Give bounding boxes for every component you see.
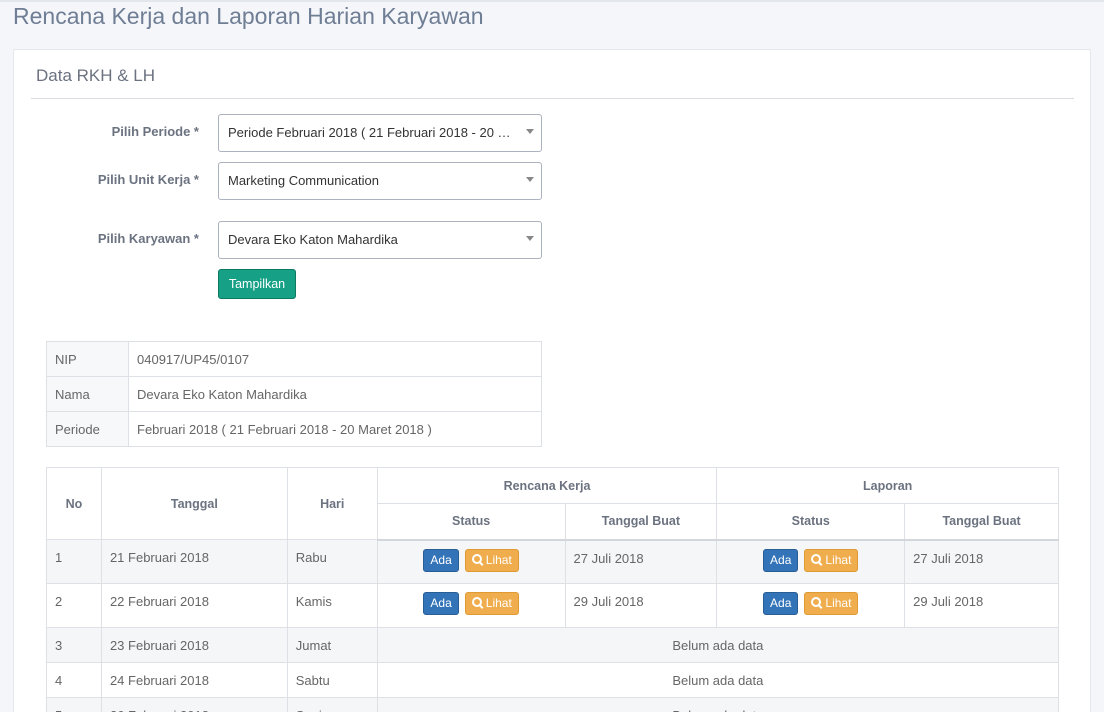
- page-title: Rencana Kerja dan Laporan Harian Karyawa…: [13, 3, 484, 29]
- lihat-label: Lihat: [825, 596, 852, 610]
- chevron-down-icon: [526, 177, 534, 182]
- nip-label: NIP: [46, 341, 129, 377]
- lihat-label: Lihat: [825, 552, 852, 567]
- search-icon: [471, 597, 483, 608]
- header-lap-status: Status: [716, 503, 906, 541]
- header-tanggal: Tanggal: [100, 467, 288, 540]
- cell-empty: Belum ada data: [376, 662, 1060, 698]
- ada-button[interactable]: Ada: [423, 592, 459, 615]
- lihat-button[interactable]: Lihat: [804, 592, 859, 615]
- ada-button[interactable]: Ada: [763, 592, 799, 615]
- table-row: 3 23 Februari 2018 Jumat Belum ada data: [46, 627, 1060, 663]
- info-row-nama: Nama Devara Eko Katon Mahardika: [46, 376, 542, 412]
- unit-kerja-select[interactable]: Marketing Communication: [218, 162, 542, 200]
- header-rk-tanggal-buat: Tanggal Buat: [564, 503, 718, 541]
- karyawan-select-value: Devara Eko Katon Mahardika: [228, 232, 398, 247]
- cell-lap-status: Ada Lihat: [716, 583, 906, 628]
- header-rencana-kerja: Rencana Kerja: [376, 467, 718, 504]
- cell-hari: Senin: [286, 697, 378, 712]
- periode-select[interactable]: Periode Februari 2018 ( 21 Februari 2018…: [218, 114, 542, 152]
- cell-rk-status: Ada Lihat: [376, 539, 566, 584]
- cell-hari: Sabtu: [286, 662, 378, 698]
- periode-label: Pilih Periode *: [111, 124, 199, 139]
- panel-title: Data RKH & LH: [36, 66, 156, 85]
- cell-no: 1: [46, 539, 102, 584]
- cell-rk-tanggal-buat: 29 Juli 2018: [564, 583, 718, 628]
- cell-tanggal: 21 Februari 2018: [100, 539, 288, 584]
- cell-no: 3: [46, 627, 102, 663]
- lihat-button[interactable]: Lihat: [464, 592, 519, 615]
- data-panel: Data RKH & LH Pilih Periode * Periode Fe…: [13, 49, 1091, 712]
- cell-tanggal: 22 Februari 2018: [100, 583, 288, 628]
- cell-no: 4: [46, 662, 102, 698]
- employee-info-table: NIP 040917/UP45/0107 Nama Devara Eko Kat…: [46, 341, 542, 447]
- nama-value: Devara Eko Katon Mahardika: [128, 376, 542, 412]
- periode-select-value: Periode Februari 2018 ( 21 Februari 2018…: [228, 125, 542, 140]
- lihat-button[interactable]: Lihat: [804, 548, 859, 572]
- header-no: No: [46, 467, 102, 540]
- cell-tanggal: 26 Februari 2018: [100, 697, 288, 712]
- cell-hari: Rabu: [286, 539, 378, 584]
- cell-no: 2: [46, 583, 102, 628]
- table-row: 4 24 Februari 2018 Sabtu Belum ada data: [46, 662, 1060, 698]
- karyawan-select[interactable]: Devara Eko Katon Mahardika: [218, 221, 542, 259]
- cell-no: 5: [46, 697, 102, 712]
- chevron-down-icon: [526, 129, 534, 134]
- cell-lap-tanggal-buat: 29 Juli 2018: [904, 583, 1059, 628]
- nama-label: Nama: [46, 376, 129, 412]
- table-row: 1 21 Februari 2018 Rabu Ada Lihat 27 Juli…: [46, 539, 1059, 584]
- table-row: 2 22 Februari 2018 Kamis Ada Lihat 29 Jul…: [46, 583, 1059, 628]
- lihat-button[interactable]: Lihat: [464, 548, 519, 572]
- table-row: 5 26 Februari 2018 Senin Belum ada data: [46, 697, 1060, 712]
- cell-tanggal: 23 Februari 2018: [100, 627, 288, 663]
- search-icon: [811, 553, 822, 565]
- lihat-label: Lihat: [485, 596, 512, 610]
- ada-button[interactable]: Ada: [763, 548, 799, 572]
- cell-rk-tanggal-buat: 27 Juli 2018: [564, 539, 718, 584]
- header-hari: Hari: [286, 467, 378, 540]
- info-row-periode: Periode Februari 2018 ( 21 Februari 2018…: [46, 411, 542, 447]
- top-border: [0, 0, 1104, 2]
- header-rk-status: Status: [376, 503, 566, 541]
- periode-info-label: Periode: [46, 411, 129, 447]
- periode-info-value: Februari 2018 ( 21 Februari 2018 - 20 Ma…: [128, 411, 542, 447]
- rkh-lh-table: No Tanggal Hari Rencana Kerja Laporan St…: [46, 467, 1060, 712]
- lihat-label: Lihat: [485, 552, 512, 567]
- tampilkan-button[interactable]: Tampilkan: [218, 269, 296, 299]
- unit-kerja-select-value: Marketing Communication: [228, 173, 380, 188]
- unit-kerja-label: Pilih Unit Kerja *: [97, 172, 199, 187]
- cell-hari: Jumat: [286, 627, 378, 663]
- cell-lap-tanggal-buat: 27 Juli 2018: [904, 539, 1059, 584]
- cell-hari: Kamis: [286, 583, 378, 628]
- cell-lap-status: Ada Lihat: [716, 539, 906, 584]
- cell-empty: Belum ada data: [376, 627, 1060, 663]
- cell-empty: Belum ada data: [376, 697, 1060, 712]
- header-lap-tanggal-buat: Tanggal Buat: [904, 503, 1059, 541]
- cell-rk-status: Ada Lihat: [376, 583, 566, 628]
- panel-divider: [31, 98, 1074, 99]
- search-icon: [811, 597, 822, 608]
- info-row-nip: NIP 040917/UP45/0107: [46, 341, 542, 377]
- search-icon: [471, 553, 483, 565]
- ada-button[interactable]: Ada: [423, 548, 459, 572]
- chevron-down-icon: [526, 236, 534, 241]
- cell-tanggal: 24 Februari 2018: [100, 662, 288, 698]
- karyawan-label: Pilih Karyawan *: [97, 231, 199, 246]
- header-laporan: Laporan: [716, 467, 1059, 504]
- nip-value: 040917/UP45/0107: [128, 341, 542, 377]
